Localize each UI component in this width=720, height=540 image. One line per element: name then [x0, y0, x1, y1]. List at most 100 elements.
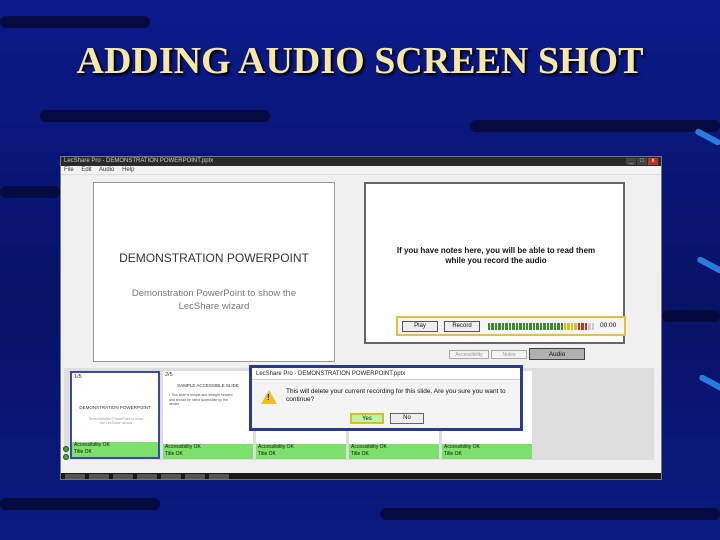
thumbnail-slide-2[interactable]: 2/5 SAMPLE ACCESSIBLE SLIDE • This slide… [163, 371, 253, 459]
tab-notes[interactable]: Notes [491, 350, 527, 359]
level-segment [522, 323, 525, 330]
background-streak [662, 310, 720, 322]
level-segment [515, 323, 519, 330]
background-streak [0, 186, 60, 198]
thumbnail-body: • This slide is simple and straight forw… [169, 393, 233, 406]
thumbnail-status: Accessibility OK Title OK [349, 444, 439, 459]
minimize-button[interactable]: _ [626, 158, 636, 165]
app-screenshot: LecShare Pro - DEMONSTRATION POWERPOINT.… [60, 156, 662, 480]
thumbnail-number: 1/5 [74, 374, 82, 380]
audio-level-meter [488, 323, 595, 330]
dialog-title: LecShare Pro - DEMONSTRATION POWERPOINT.… [252, 368, 520, 380]
thumbnail-status: Accessibility OK Title OK [256, 444, 346, 459]
taskbar-item[interactable] [209, 474, 229, 479]
page-title: ADDING AUDIO SCREEN SHOT [76, 40, 644, 82]
level-segment [488, 323, 491, 330]
dialog-message: This will delete your current recording … [286, 388, 506, 403]
title-status: Title OK [165, 451, 183, 457]
title-status: Title OK [258, 451, 276, 457]
background-streak [0, 16, 150, 28]
menu-bar: File Edit Audio Help [61, 166, 661, 175]
record-button[interactable]: Record [444, 321, 480, 332]
level-segment [529, 323, 532, 330]
notes-text: If you have notes here, you will be able… [396, 246, 596, 265]
thumbnail-status: Accessibility OK Title OK [163, 444, 253, 459]
menu-file[interactable]: File [64, 167, 74, 173]
accessibility-status: Accessibility OK [351, 444, 387, 450]
background-streak [470, 120, 720, 132]
taskbar-item[interactable] [89, 474, 109, 479]
thumbnail-title: DEMONSTRATION POWERPOINT [79, 405, 151, 410]
tab-audio[interactable]: Audio [529, 348, 585, 360]
level-segment [588, 323, 591, 330]
taskbar-item[interactable] [113, 474, 133, 479]
level-segment [584, 323, 588, 330]
background-accent [698, 373, 720, 393]
taskbar [61, 473, 661, 479]
no-button[interactable]: No [390, 413, 424, 424]
accessibility-status: Accessibility OK [444, 444, 480, 450]
thumbnail-status: Accessibility OK Title OK [72, 442, 158, 457]
maximize-button[interactable]: □ [637, 158, 647, 165]
audio-control-bar: Play Record 00:00 [396, 316, 626, 336]
recording-time: 00:00 [600, 322, 617, 329]
level-segment [525, 323, 529, 330]
menu-help[interactable]: Help [122, 167, 134, 173]
accessibility-status: Accessibility OK [165, 444, 201, 450]
title-status: Title OK [444, 451, 462, 457]
level-segment [577, 323, 581, 330]
slide-preview: DEMONSTRATION POWERPOINT Demonstration P… [93, 182, 335, 362]
accessibility-status: Accessibility OK [74, 442, 110, 448]
taskbar-item[interactable] [161, 474, 181, 479]
level-segment [550, 323, 553, 330]
level-segment [546, 323, 550, 330]
accessibility-status: Accessibility OK [258, 444, 294, 450]
tab-accessibility[interactable]: Accessibility [449, 350, 489, 359]
close-button[interactable]: x [648, 158, 658, 165]
level-segment [553, 323, 557, 330]
level-segment [557, 323, 560, 330]
background-streak [0, 498, 160, 510]
menu-audio[interactable]: Audio [99, 167, 114, 173]
thumbnail-status: Accessibility OK Title OK [442, 444, 532, 459]
window-title: LecShare Pro - DEMONSTRATION POWERPOINT.… [64, 158, 214, 164]
slide-preview-subtitle: Demonstration PowerPoint to show the Lec… [131, 288, 297, 312]
background-accent [696, 255, 720, 275]
level-segment [560, 323, 563, 330]
notes-panel: If you have notes here, you will be able… [364, 182, 626, 344]
window-titlebar: LecShare Pro - DEMONSTRATION POWERPOINT.… [61, 157, 661, 166]
background-streak [40, 110, 270, 122]
status-ok-icon [63, 454, 69, 460]
warning-icon: ! [261, 390, 277, 404]
taskbar-item[interactable] [137, 474, 157, 479]
level-segment [574, 323, 577, 330]
level-segment [491, 323, 494, 330]
level-segment [563, 323, 567, 330]
yes-button[interactable]: Yes [350, 413, 384, 424]
level-segment [543, 323, 546, 330]
title-status: Title OK [351, 451, 369, 457]
slide-preview-title: DEMONSTRATION POWERPOINT [119, 251, 309, 265]
level-segment [581, 323, 584, 330]
thumbnail-slide-1[interactable]: 1/5 DEMONSTRATION POWERPOINT Demonstrati… [70, 371, 160, 459]
play-button[interactable]: Play [402, 321, 438, 332]
level-segment [591, 323, 595, 330]
thumbnail-number: 2/5 [165, 372, 173, 378]
thumbnail-body: Demonstration PowerPoint to show the Lec… [88, 417, 144, 425]
level-segment [494, 323, 498, 330]
level-segment [508, 323, 512, 330]
level-segment [501, 323, 505, 330]
background-streak [380, 508, 720, 520]
level-segment [567, 323, 570, 330]
status-ok-icon [63, 446, 69, 452]
level-segment [512, 323, 515, 330]
slide-background: { "slide_title": "ADDING AUDIO SCREEN SH… [0, 0, 720, 540]
level-segment [536, 323, 539, 330]
taskbar-item[interactable] [185, 474, 205, 479]
confirm-dialog: LecShare Pro - DEMONSTRATION POWERPOINT.… [249, 365, 523, 431]
taskbar-item[interactable] [65, 474, 85, 479]
menu-edit[interactable]: Edit [81, 167, 91, 173]
level-segment [539, 323, 543, 330]
title-status: Title OK [74, 449, 92, 455]
level-segment [519, 323, 522, 330]
